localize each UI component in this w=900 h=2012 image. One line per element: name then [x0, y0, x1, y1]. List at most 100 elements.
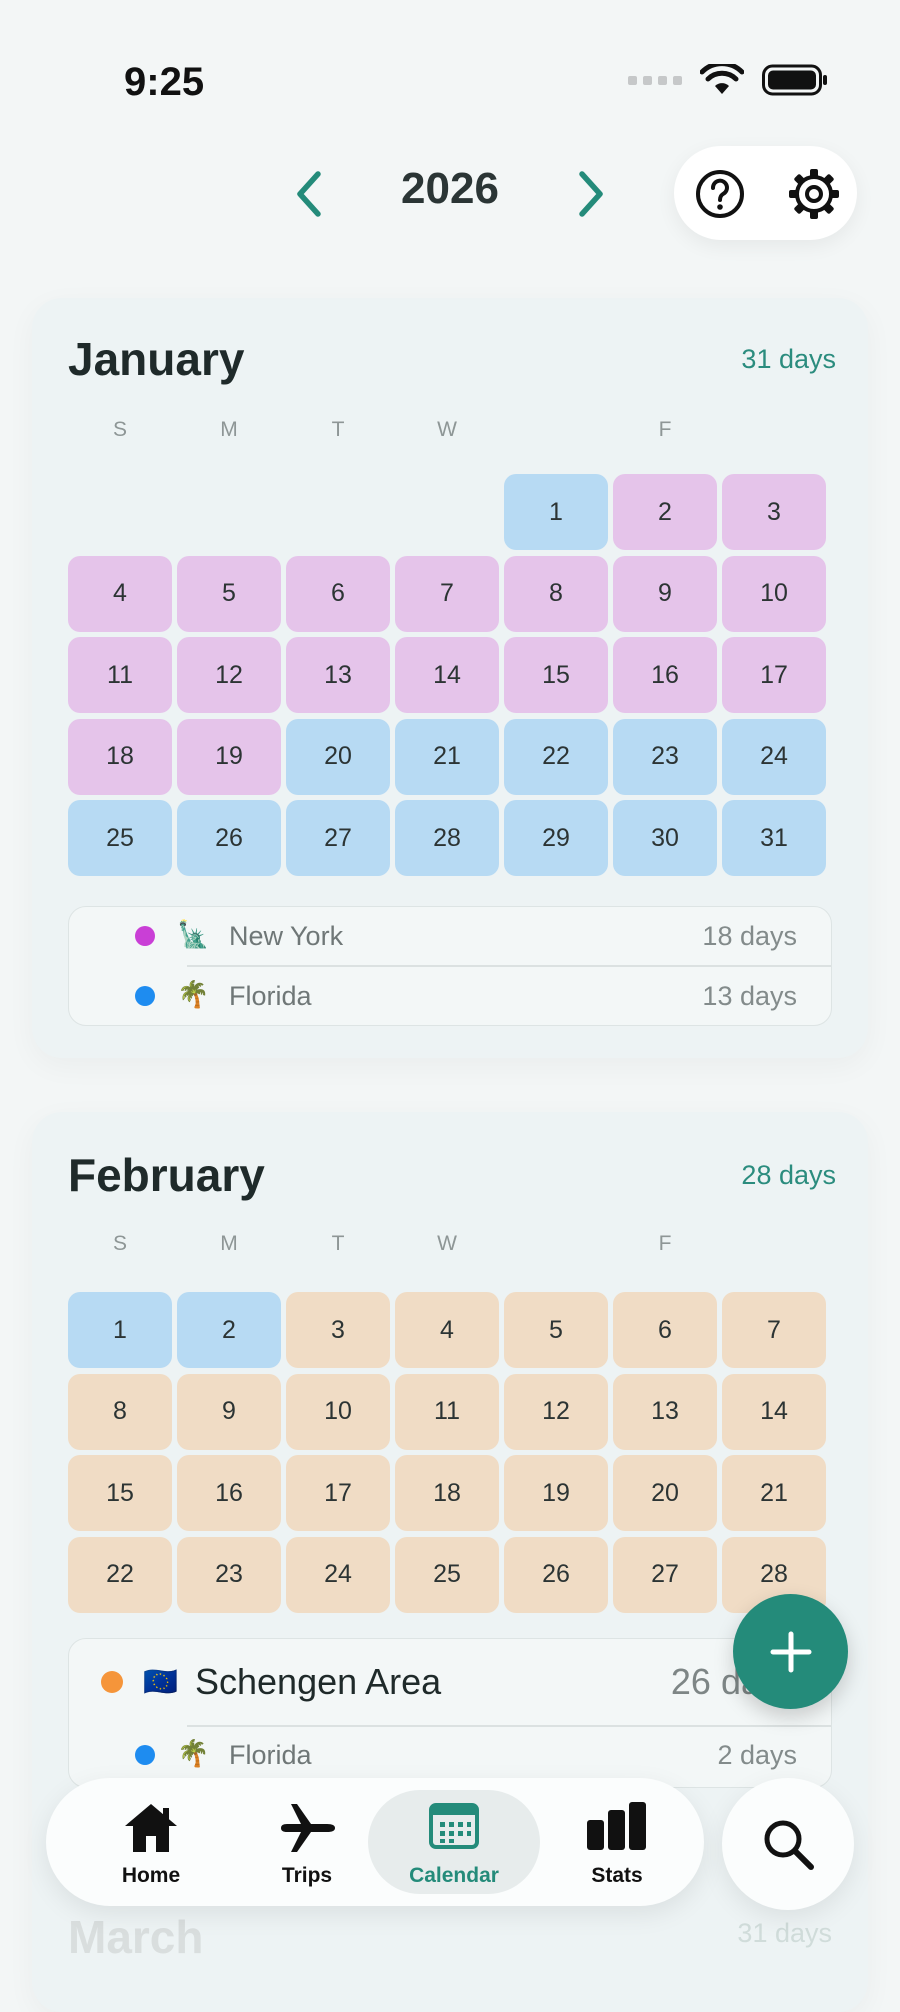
search-button[interactable] — [722, 1778, 854, 1910]
calendar-day[interactable]: 9 — [613, 555, 717, 632]
calendar-day[interactable]: 11 — [68, 637, 172, 713]
calendar-day[interactable]: 16 — [613, 637, 717, 713]
calendar-day[interactable]: 3 — [286, 1292, 390, 1368]
calendar-day[interactable]: 20 — [613, 1455, 717, 1531]
tab-home[interactable]: Home — [76, 1790, 226, 1894]
next-month-days-count: 31 days — [737, 1918, 832, 1948]
search-icon — [764, 1820, 814, 1870]
plus-icon — [770, 1631, 811, 1672]
calendar-day[interactable]: 24 — [286, 1536, 390, 1613]
calendar-day[interactable]: 25 — [68, 800, 172, 876]
weekday-header: S — [112, 418, 127, 441]
calendar-day[interactable]: 1 — [504, 474, 608, 550]
calendar-day[interactable]: 21 — [722, 1455, 826, 1531]
tab-stats[interactable]: Stats — [542, 1790, 692, 1894]
florida-dot — [135, 1745, 155, 1765]
month-legend: 🇪🇺 Schengen Area 26 days 🌴 Florida 2 day… — [68, 1638, 832, 1788]
month-days-count: 31 days — [741, 344, 836, 374]
tab-trips[interactable]: Trips — [232, 1790, 382, 1894]
help-button[interactable] — [692, 166, 748, 222]
calendar-day[interactable]: 9 — [177, 1373, 281, 1450]
calendar-day[interactable]: 16 — [177, 1455, 281, 1531]
year-title: 2026 — [401, 164, 499, 213]
calendar-day[interactable]: 10 — [286, 1373, 390, 1450]
question-circle-icon — [696, 170, 744, 218]
calendar-day[interactable]: 6 — [613, 1292, 717, 1368]
schengen-dot — [101, 1671, 123, 1693]
calendar-day[interactable]: 8 — [504, 555, 608, 632]
calendar-day[interactable]: 11 — [395, 1373, 499, 1450]
calendar-icon — [429, 1803, 479, 1849]
calendar-day[interactable]: 15 — [68, 1455, 172, 1531]
month-card-january: January 31 days SMTWF 1 2 3 4 5 6 7 8 9 10 11 12 13 1… — [32, 298, 868, 1058]
calendar-day[interactable]: 17 — [722, 637, 826, 713]
legend-row-florida[interactable]: 🌴 Florida 13 days — [69, 967, 831, 1025]
add-trip-button[interactable] — [733, 1594, 848, 1709]
legend-row-florida[interactable]: 🌴 Florida 2 days — [69, 1727, 831, 1785]
calendar-day[interactable]: 8 — [68, 1373, 172, 1450]
calendar-day[interactable]: 1 — [68, 1292, 172, 1368]
next-year-button[interactable] — [570, 166, 610, 222]
month-days-count: 28 days — [741, 1160, 836, 1190]
calendar-day[interactable]: 15 — [504, 637, 608, 713]
legend-row-schengen[interactable]: 🇪🇺 Schengen Area 26 days — [69, 1639, 831, 1725]
status-icons — [628, 64, 828, 96]
calendar-day[interactable]: 30 — [613, 800, 717, 876]
calendar-day[interactable]: 27 — [613, 1536, 717, 1613]
calendar-day[interactable]: 14 — [722, 1373, 826, 1450]
calendar-day[interactable]: 7 — [722, 1292, 826, 1368]
calendar-day[interactable]: 3 — [722, 474, 826, 550]
calendar-day[interactable]: 7 — [395, 555, 499, 632]
calendar-day[interactable]: 22 — [68, 1536, 172, 1613]
calendar-day[interactable]: 5 — [504, 1292, 608, 1368]
calendar-day[interactable]: 26 — [504, 1536, 608, 1613]
calendar-day[interactable]: 23 — [613, 718, 717, 795]
calendar-day[interactable]: 10 — [722, 555, 826, 632]
calendar-day[interactable]: 2 — [177, 1292, 281, 1368]
new-york-dot — [135, 926, 155, 946]
calendar-day[interactable]: 6 — [286, 555, 390, 632]
previous-year-button[interactable] — [290, 166, 330, 222]
calendar-day[interactable]: 26 — [177, 800, 281, 876]
weekday-header: F — [658, 418, 672, 441]
calendar-day[interactable]: 31 — [722, 800, 826, 876]
calendar-day[interactable]: 12 — [504, 1373, 608, 1450]
calendar-day[interactable]: 4 — [68, 555, 172, 632]
legend-count: 2 days — [717, 1740, 797, 1770]
chevron-right-icon — [579, 171, 603, 217]
calendar-day[interactable]: 22 — [504, 718, 608, 795]
tab-calendar[interactable]: Calendar — [368, 1790, 540, 1894]
settings-button[interactable] — [786, 166, 842, 222]
airplane-icon — [281, 1804, 335, 1852]
calendar-day[interactable]: 12 — [177, 637, 281, 713]
calendar-day[interactable]: 27 — [286, 800, 390, 876]
palm-tree-icon: 🌴 — [177, 1738, 210, 1768]
calendar-day[interactable]: 2 — [613, 474, 717, 550]
calendar-day[interactable]: 19 — [177, 718, 281, 795]
calendar-day[interactable]: 29 — [504, 800, 608, 876]
calendar-day[interactable]: 18 — [395, 1455, 499, 1531]
next-month-title: March — [68, 1911, 204, 1963]
calendar-day[interactable]: 20 — [286, 718, 390, 795]
legend-row-new-york[interactable]: 🗽 New York 18 days — [69, 907, 831, 965]
month-legend: 🗽 New York 18 days 🌴 Florida 13 days — [68, 906, 832, 1026]
calendar-day[interactable]: 28 — [395, 800, 499, 876]
calendar-day[interactable]: 25 — [395, 1536, 499, 1613]
calendar-day[interactable]: 17 — [286, 1455, 390, 1531]
weekday-header: W — [437, 418, 457, 441]
calendar-day[interactable]: 23 — [177, 1536, 281, 1613]
legend-name: New York — [229, 921, 344, 951]
weekday-header: W — [437, 1232, 457, 1255]
calendar-day[interactable]: 4 — [395, 1292, 499, 1368]
legend-name: Florida — [229, 981, 312, 1011]
calendar-day[interactable]: 13 — [613, 1373, 717, 1450]
tab-label: Calendar — [409, 1864, 499, 1887]
calendar-day[interactable]: 19 — [504, 1455, 608, 1531]
calendar-day[interactable]: 13 — [286, 637, 390, 713]
calendar-day[interactable]: 14 — [395, 637, 499, 713]
calendar-day[interactable]: 5 — [177, 555, 281, 632]
calendar-day[interactable]: 18 — [68, 718, 172, 795]
calendar-day[interactable]: 21 — [395, 718, 499, 795]
calendar-day[interactable]: 24 — [722, 718, 826, 795]
gear-icon — [789, 169, 839, 219]
